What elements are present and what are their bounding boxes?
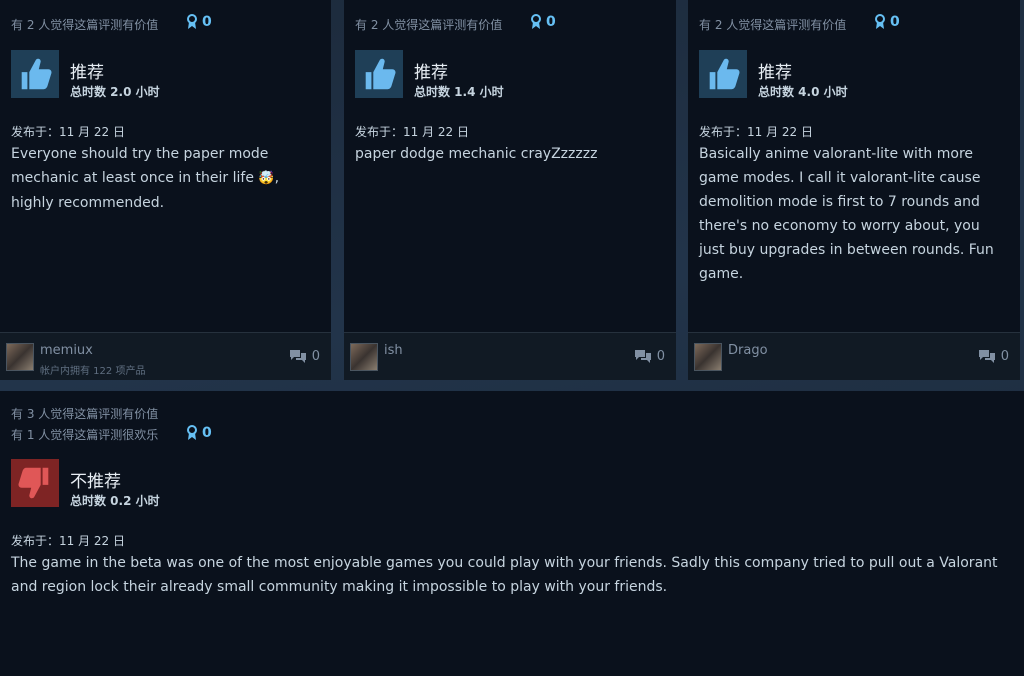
- comment-count: 0: [311, 349, 320, 364]
- helpful-count: 有 3 人觉得这篇评测有价值: [11, 407, 159, 421]
- playtime-hours: 总时数 4.0 小时: [758, 85, 848, 99]
- playtime-hours: 总时数 2.0 小时: [70, 85, 160, 99]
- emoji: 🤯: [258, 171, 275, 186]
- review-card: 有 2 人觉得这篇评测有价值 0 推荐 总时数 1.4 小时 发布于：11 月 …: [344, 0, 676, 380]
- thumbs-up-icon: [11, 50, 59, 98]
- review-text: The game in the beta was one of the most…: [11, 555, 998, 595]
- posted-date: 发布于：11 月 22 日: [355, 125, 469, 139]
- review-card: 有 2 人觉得这篇评测有价值 0 推荐 总时数 4.0 小时 发布于：11 月 …: [688, 0, 1020, 380]
- funny-count: 有 1 人觉得这篇评测很欢乐: [11, 428, 159, 442]
- review-author-bar: ish 0: [344, 332, 676, 380]
- avatar[interactable]: [350, 343, 378, 371]
- award-ribbon-icon: [875, 14, 885, 29]
- helpful-count: 有 2 人觉得这篇评测有价值: [699, 18, 847, 32]
- recommendation-label: 推荐: [758, 63, 792, 83]
- award-ribbon-icon: [531, 14, 541, 29]
- author-username[interactable]: memiux: [40, 343, 93, 358]
- award-count: 0: [546, 14, 556, 30]
- award-button[interactable]: 0: [186, 14, 212, 30]
- avatar[interactable]: [694, 343, 722, 371]
- avatar[interactable]: [6, 343, 34, 371]
- review-author-bar: Drago 0: [688, 332, 1020, 380]
- helpful-count: 有 2 人觉得这篇评测有价值: [11, 18, 159, 32]
- posted-date: 发布于：11 月 22 日: [11, 125, 125, 139]
- author-username[interactable]: Drago: [728, 343, 768, 358]
- review-card: 有 2 人觉得这篇评测有价值 0 推荐 总时数 2.0 小时 发布于：11 月 …: [0, 0, 331, 380]
- comments-button[interactable]: 0: [978, 349, 1009, 364]
- award-count: 0: [202, 14, 212, 30]
- comment-bubbles-icon: [634, 350, 651, 363]
- thumbs-down-icon: [11, 459, 59, 507]
- reviews-panel: 有 2 人觉得这篇评测有价值 0 推荐 总时数 2.0 小时 发布于：11 月 …: [0, 0, 1024, 676]
- award-count: 0: [202, 425, 212, 441]
- comment-bubbles-icon: [289, 350, 306, 363]
- award-button[interactable]: 0: [874, 14, 900, 30]
- review-author-bar: memiux 帐户内拥有 122 项产品 0: [0, 332, 331, 380]
- comment-bubbles-icon: [978, 350, 995, 363]
- award-ribbon-icon: [187, 14, 197, 29]
- award-count: 0: [890, 14, 900, 30]
- comment-count: 0: [656, 349, 665, 364]
- playtime-hours: 总时数 0.2 小时: [70, 494, 160, 508]
- thumbs-up-icon: [355, 50, 403, 98]
- award-button[interactable]: 0: [530, 14, 556, 30]
- review-text: Basically anime valorant-lite with more …: [699, 146, 994, 282]
- recommendation-label: 不推荐: [70, 472, 121, 492]
- review-card: 有 3 人觉得这篇评测有价值 有 1 人觉得这篇评测很欢乐 0 不推荐 总时数 …: [0, 391, 1024, 676]
- review-text: paper dodge mechanic crayZzzzzz: [355, 146, 598, 162]
- comments-button[interactable]: 0: [634, 349, 665, 364]
- recommendation-label: 推荐: [70, 63, 104, 83]
- posted-date: 发布于：11 月 22 日: [11, 534, 125, 548]
- comments-button[interactable]: 0: [289, 349, 320, 364]
- posted-date: 发布于：11 月 22 日: [699, 125, 813, 139]
- comment-count: 0: [1000, 349, 1009, 364]
- playtime-hours: 总时数 1.4 小时: [414, 85, 504, 99]
- helpful-count: 有 2 人觉得这篇评测有价值: [355, 18, 503, 32]
- award-button[interactable]: 0: [186, 425, 212, 441]
- award-ribbon-icon: [187, 425, 197, 440]
- author-username[interactable]: ish: [384, 343, 403, 358]
- thumbs-up-icon: [699, 50, 747, 98]
- recommendation-label: 推荐: [414, 63, 448, 83]
- review-text: Everyone should try the paper mode mecha…: [11, 146, 280, 211]
- products-owned: 帐户内拥有 122 项产品: [40, 366, 146, 377]
